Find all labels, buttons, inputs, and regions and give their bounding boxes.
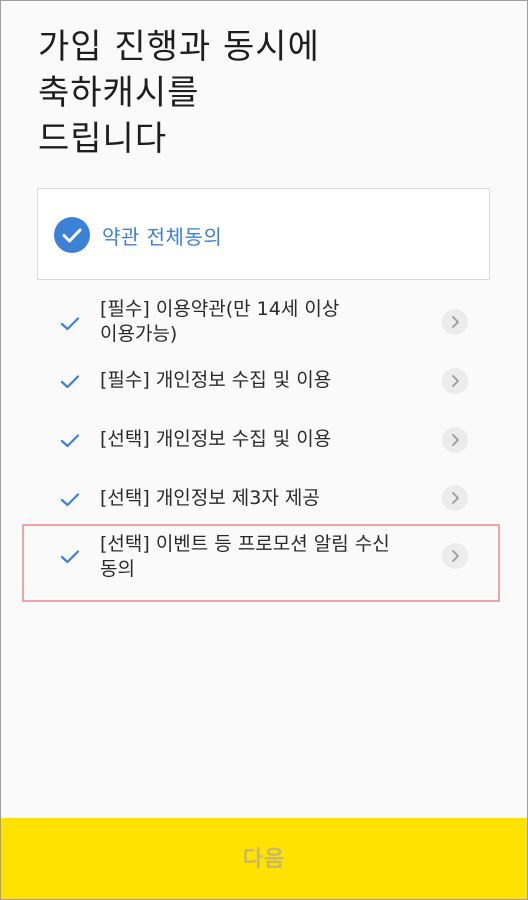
page-title-line: 드립니다 xyxy=(38,119,168,159)
chevron-right-icon[interactable] xyxy=(442,543,468,569)
term-label-line: [선택] 개인정보 수집 및 이용 xyxy=(100,428,332,450)
check-icon xyxy=(60,375,80,389)
term-label-line: 이용가능) xyxy=(100,323,178,345)
chevron-right-icon[interactable] xyxy=(442,309,468,335)
chevron-right-icon[interactable] xyxy=(442,427,468,453)
term-item-promotion-notice[interactable]: [선택] 이벤트 등 프로모션 알림 수신 동의 xyxy=(55,532,475,586)
term-label: [선택] 개인정보 수집 및 이용 xyxy=(100,427,430,452)
check-icon xyxy=(60,493,80,507)
page-title-line: 축하캐시를 xyxy=(38,73,200,113)
page-title: 가입 진행과 동시에 축하캐시를 드립니다 xyxy=(38,24,478,162)
check-circle-icon xyxy=(54,217,90,253)
term-label-line: [선택] 이벤트 등 프로모션 알림 수신 xyxy=(100,533,390,555)
check-icon xyxy=(60,317,80,331)
next-button-label: 다음 xyxy=(242,846,286,871)
chevron-right-icon[interactable] xyxy=(442,368,468,394)
check-icon xyxy=(60,434,80,448)
term-label-line: [필수] 이용약관(만 14세 이상 xyxy=(100,298,340,320)
chevron-right-icon[interactable] xyxy=(442,485,468,511)
term-item-third-party[interactable]: [선택] 개인정보 제3자 제공 xyxy=(55,484,475,514)
term-label-line: 동의 xyxy=(100,558,135,580)
term-label: [필수] 개인정보 수집 및 이용 xyxy=(100,368,430,393)
check-icon xyxy=(60,550,80,564)
term-label-line: [선택] 개인정보 제3자 제공 xyxy=(100,487,320,509)
term-item-privacy-optional[interactable]: [선택] 개인정보 수집 및 이용 xyxy=(55,425,475,455)
term-item-privacy-required[interactable]: [필수] 개인정보 수집 및 이용 xyxy=(55,366,475,396)
agree-all-label: 약관 전체동의 xyxy=(102,225,223,249)
term-label: [필수] 이용약관(만 14세 이상 이용가능) xyxy=(100,297,430,347)
term-label-line: [필수] 개인정보 수집 및 이용 xyxy=(100,369,332,391)
page-title-line: 가입 진행과 동시에 xyxy=(38,27,320,67)
term-item-terms-of-use[interactable]: [필수] 이용약관(만 14세 이상 이용가능) xyxy=(55,296,475,350)
term-label: [선택] 개인정보 제3자 제공 xyxy=(100,486,430,511)
next-button[interactable]: 다음 xyxy=(1,818,527,899)
term-label: [선택] 이벤트 등 프로모션 알림 수신 동의 xyxy=(100,532,430,582)
agree-all-checkbox[interactable]: 약관 전체동의 xyxy=(37,188,490,280)
